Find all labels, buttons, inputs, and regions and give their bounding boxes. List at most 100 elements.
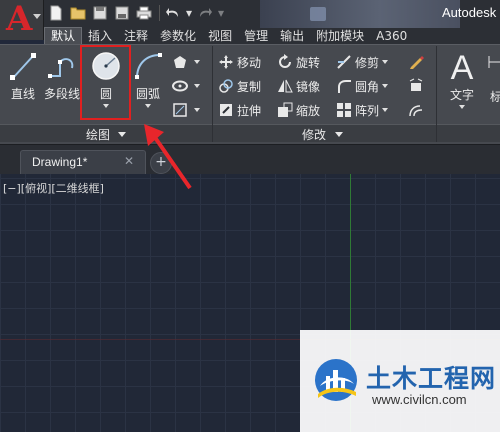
civilcn-logo-icon: [315, 359, 357, 401]
line-icon: [7, 50, 39, 82]
trim-tool-label: 修剪: [355, 55, 380, 70]
tab-insert[interactable]: 插入: [82, 28, 118, 44]
dimension-icon: [486, 54, 500, 70]
open-icon[interactable]: [68, 3, 88, 23]
redo-dropdown-icon[interactable]: ▾: [217, 3, 225, 23]
explode-tool-button[interactable]: [408, 76, 427, 96]
arc-icon: [132, 50, 164, 82]
circle-tool-highlight: [80, 45, 131, 120]
dimension-tool-button[interactable]: [486, 52, 500, 72]
draw-panel-title: 绘图: [86, 128, 111, 142]
pencil-icon: [408, 54, 424, 70]
chevron-down-icon: [335, 132, 343, 137]
scale-tool-label: 缩放: [296, 103, 321, 118]
application-menu-button[interactable]: A: [0, 0, 44, 40]
chevron-down-icon[interactable]: [382, 108, 389, 112]
chevron-down-icon[interactable]: [382, 84, 389, 88]
tab-addins[interactable]: 附加模块: [310, 28, 370, 44]
tab-annotate[interactable]: 注释: [118, 28, 154, 44]
tab-drawing1[interactable]: Drawing1* ✕: [20, 150, 146, 174]
workspace-area: [260, 0, 460, 28]
tab-a360[interactable]: A360: [370, 28, 413, 44]
copy-tool-button[interactable]: 复制: [218, 76, 261, 96]
ellipse-tool-button[interactable]: [172, 76, 200, 96]
tab-manage[interactable]: 管理: [238, 28, 274, 44]
dimension-tool-label: 标: [490, 89, 500, 104]
fillet-tool-button[interactable]: 圆角: [336, 76, 389, 96]
watermark-name: 土木工程网: [366, 364, 497, 393]
hatch-tool-button[interactable]: [172, 100, 200, 120]
save-icon[interactable]: [90, 3, 110, 23]
tab-output[interactable]: 输出: [274, 28, 310, 44]
text-tool-label: 文字: [449, 88, 474, 102]
autocad-logo-icon: A: [6, 0, 33, 39]
move-icon: [218, 54, 234, 70]
annotation-panel-footer[interactable]: [437, 124, 500, 142]
mirror-tool-label: 镜像: [296, 79, 321, 94]
move-tool-label: 移动: [237, 55, 262, 70]
scale-tool-button[interactable]: 缩放: [277, 100, 320, 120]
ribbon-tab-bar: 默认 插入 注释 参数化 视图 管理 输出 附加模块 A360: [44, 27, 500, 44]
viewport-controls-label[interactable]: [−][俯视][二维线框]: [3, 180, 104, 196]
red-arrow-icon: [144, 124, 192, 190]
app-title: Autodesk: [442, 5, 497, 20]
modify-panel-footer[interactable]: 修改: [213, 124, 436, 142]
close-icon[interactable]: ✕: [124, 154, 134, 168]
polygon-tool-button[interactable]: [172, 52, 200, 72]
arc-tool-button[interactable]: 圆弧: [130, 50, 166, 110]
tab-view[interactable]: 视图: [202, 28, 238, 44]
quick-access-toolbar: ▾ ▾: [46, 2, 227, 24]
stretch-icon: [218, 102, 234, 118]
chevron-down-icon[interactable]: [194, 108, 200, 112]
array-tool-button[interactable]: 阵列: [336, 100, 389, 120]
mirror-icon: [277, 78, 293, 94]
rotate-tool-label: 旋转: [296, 55, 321, 70]
array-tool-label: 阵列: [355, 103, 380, 118]
text-icon: A: [450, 49, 474, 87]
blurred-icon: [310, 7, 326, 21]
print-icon[interactable]: [134, 3, 154, 23]
stretch-tool-label: 拉伸: [237, 103, 262, 118]
polyline-icon: [46, 50, 78, 82]
trim-icon: [336, 54, 352, 70]
rotate-icon: [277, 54, 293, 70]
fillet-tool-label: 圆角: [355, 79, 380, 94]
stretch-tool-button[interactable]: 拉伸: [218, 100, 261, 120]
line-tool-label: 直线: [10, 87, 35, 101]
new-icon[interactable]: [46, 3, 66, 23]
dimension-tool-label-wrap: 标: [490, 86, 500, 106]
mirror-tool-button[interactable]: 镜像: [277, 76, 320, 96]
array-icon: [336, 102, 352, 118]
tab-parametric[interactable]: 参数化: [154, 28, 202, 44]
line-tool-button[interactable]: 直线: [5, 50, 41, 110]
offset-icon: [408, 102, 424, 118]
fillet-icon: [336, 78, 352, 94]
chevron-down-icon[interactable]: [145, 104, 151, 108]
redo-icon[interactable]: [195, 3, 215, 23]
save-as-icon[interactable]: [112, 3, 132, 23]
undo-dropdown-icon[interactable]: ▾: [185, 3, 193, 23]
chevron-down-icon[interactable]: [194, 60, 200, 64]
rotate-tool-button[interactable]: 旋转: [277, 52, 320, 72]
hatch-icon: [172, 102, 188, 118]
undo-icon[interactable]: [163, 3, 183, 23]
copy-tool-label: 复制: [237, 79, 262, 94]
trim-tool-button[interactable]: 修剪: [336, 52, 389, 72]
polygon-icon: [172, 54, 188, 70]
chevron-down-icon[interactable]: [382, 60, 389, 64]
erase-tool-button[interactable]: [408, 52, 427, 72]
copy-icon: [218, 78, 234, 94]
scale-icon: [277, 102, 293, 118]
chevron-down-icon: [118, 132, 126, 137]
toolbar-separator: [159, 5, 160, 21]
modify-panel-title: 修改: [302, 128, 327, 142]
polyline-tool-button[interactable]: 多段线: [44, 50, 80, 110]
chevron-down-icon[interactable]: [194, 84, 200, 88]
chevron-down-icon[interactable]: [459, 105, 465, 109]
explode-icon: [408, 78, 424, 94]
move-tool-button[interactable]: 移动: [218, 52, 261, 72]
tab-default[interactable]: 默认: [44, 27, 83, 44]
polyline-tool-label: 多段线: [44, 87, 81, 101]
text-tool-button[interactable]: A 文字: [444, 50, 480, 109]
offset-tool-button[interactable]: [408, 100, 427, 120]
